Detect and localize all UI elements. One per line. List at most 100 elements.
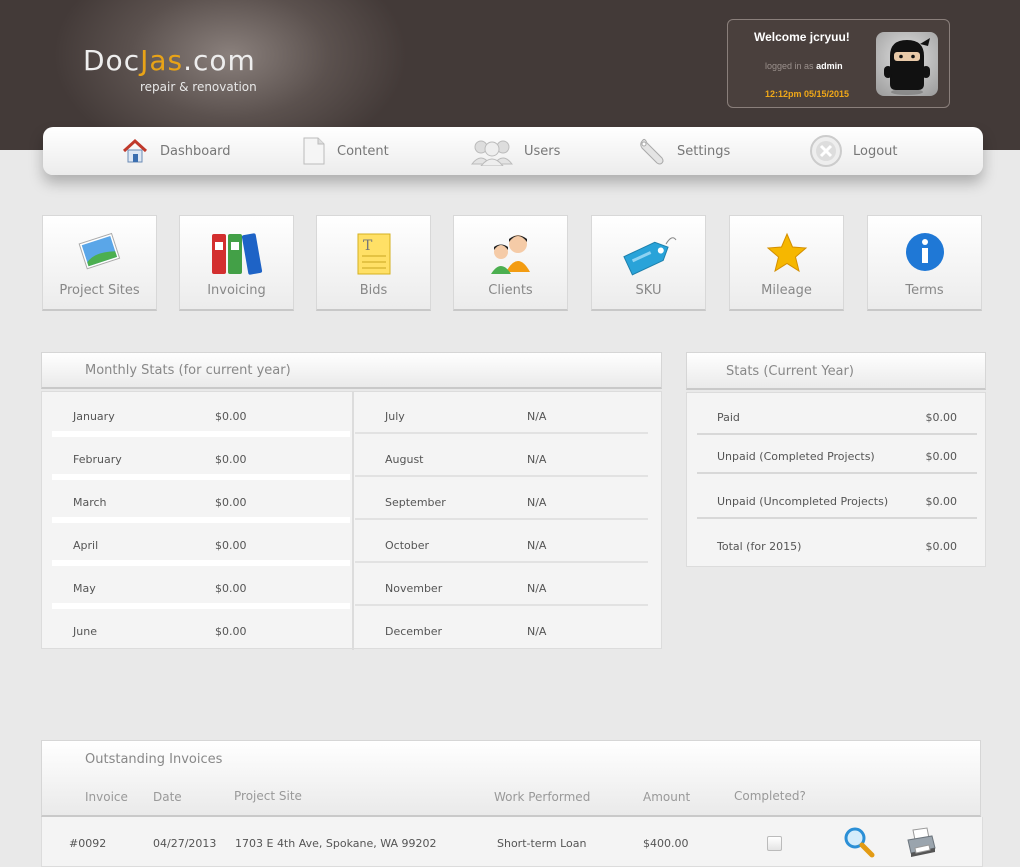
notepad-icon: T xyxy=(357,233,390,275)
month-value: N/A xyxy=(527,496,547,509)
nav-users[interactable]: Users xyxy=(470,135,560,167)
tile-invoicing[interactable]: Invoicing xyxy=(179,215,294,311)
invoice-project-site: 1703 E 4th Ave, Spokane, WA 99202 xyxy=(235,837,437,850)
col-completed[interactable]: Completed? xyxy=(734,789,806,803)
invoice-work-performed: Short-term Loan xyxy=(497,837,587,850)
month-name: March xyxy=(73,496,107,509)
month-value: $0.00 xyxy=(215,410,247,423)
avatar[interactable] xyxy=(876,32,938,96)
month-value: N/A xyxy=(527,539,547,552)
col-invoice[interactable]: Invoice xyxy=(85,790,128,804)
col-amount[interactable]: Amount xyxy=(643,790,690,804)
printer-icon xyxy=(907,827,936,857)
invoices-header: Outstanding Invoices xyxy=(41,740,981,817)
info-icon xyxy=(905,233,944,271)
tile-invoicing-label: Invoicing xyxy=(207,283,266,298)
monthly-stats-body: January $0.00 February $0.00 March $0.00 April… xyxy=(41,391,662,650)
row-divider xyxy=(355,518,648,520)
col-work-performed[interactable]: Work Performed xyxy=(494,790,590,804)
month-row: July N/A xyxy=(385,392,645,435)
nav-content[interactable]: Content xyxy=(301,135,389,167)
year-stat-row: Unpaid (Uncompleted Projects) $0.00 xyxy=(717,487,957,530)
year-stat-label: Total (for 2015) xyxy=(717,540,802,553)
tag-icon xyxy=(622,237,676,276)
role-name: admin xyxy=(816,61,843,71)
month-row: May $0.00 xyxy=(73,564,333,607)
month-value: $0.00 xyxy=(215,539,247,552)
monthly-stats-title: Monthly Stats (for current year) xyxy=(85,363,291,378)
col-project-site[interactable]: Project Site xyxy=(234,789,302,803)
nav-dashboard[interactable]: Dashboard xyxy=(120,135,231,167)
svg-text:T: T xyxy=(363,238,373,254)
tile-sku[interactable]: SKU xyxy=(591,215,706,311)
month-row: February $0.00 xyxy=(73,435,333,478)
invoices-title: Outstanding Invoices xyxy=(85,752,223,767)
month-name: September xyxy=(385,496,446,509)
month-name: August xyxy=(385,453,424,466)
month-value: N/A xyxy=(527,410,547,423)
month-value: N/A xyxy=(527,582,547,595)
clients-icon xyxy=(490,235,530,274)
nav-logout-label: Logout xyxy=(853,143,898,159)
month-value: N/A xyxy=(527,453,547,466)
tile-clients[interactable]: Clients xyxy=(453,215,568,311)
invoice-number[interactable]: #0092 xyxy=(69,837,106,850)
row-divider xyxy=(697,433,977,435)
month-value: $0.00 xyxy=(215,453,247,466)
tile-clients-label: Clients xyxy=(488,283,533,298)
year-stat-value: $0.00 xyxy=(925,450,958,463)
logo[interactable]: DocJas.com xyxy=(83,44,256,77)
home-icon xyxy=(122,138,148,163)
month-row: December N/A xyxy=(385,607,645,650)
logo-text-doc: Doc xyxy=(83,44,141,77)
month-name: June xyxy=(73,625,97,638)
month-row: August N/A xyxy=(385,435,645,478)
tile-mileage[interactable]: Mileage xyxy=(729,215,844,311)
year-stat-row: Paid $0.00 xyxy=(717,403,957,446)
welcome-message: Welcome jcryuu! xyxy=(754,30,850,44)
row-divider xyxy=(355,432,648,434)
month-row: June $0.00 xyxy=(73,607,333,650)
year-stats-title: Stats (Current Year) xyxy=(726,364,854,379)
month-name: December xyxy=(385,625,443,638)
year-stat-value: $0.00 xyxy=(925,495,958,508)
year-stats-body: Paid $0.00 Unpaid (Completed Projects) $0.0… xyxy=(686,392,986,567)
logged-in-prefix: logged in as xyxy=(765,61,814,71)
nav-dashboard-label: Dashboard xyxy=(160,143,231,159)
tile-bids[interactable]: T Bids xyxy=(316,215,431,311)
close-circle-icon xyxy=(810,135,842,167)
tile-terms-label: Terms xyxy=(905,283,944,298)
month-name: October xyxy=(385,539,430,552)
month-name: February xyxy=(73,453,122,466)
month-value: $0.00 xyxy=(215,582,247,595)
row-divider xyxy=(355,475,648,477)
monthly-stats-header: Monthly Stats (for current year) xyxy=(41,352,662,389)
document-icon xyxy=(303,137,325,165)
wrench-icon xyxy=(640,138,664,165)
tagline: repair & renovation xyxy=(140,80,257,94)
month-value: N/A xyxy=(527,625,547,638)
user-welcome-box: Welcome jcryuu! logged in as admin 12:12… xyxy=(727,19,950,108)
year-stat-value: $0.00 xyxy=(925,540,958,553)
logo-text-com: .com xyxy=(183,44,256,77)
year-stat-label: Paid xyxy=(717,411,740,424)
logged-in-role: logged in as admin xyxy=(765,61,843,71)
star-icon xyxy=(766,232,807,273)
tile-bids-label: Bids xyxy=(359,283,388,298)
print-invoice-button[interactable] xyxy=(905,826,937,862)
month-row: November N/A xyxy=(385,564,645,607)
nav-settings[interactable]: Settings xyxy=(637,135,730,167)
tile-project-sites[interactable]: Project Sites xyxy=(42,215,157,311)
month-name: January xyxy=(73,410,115,423)
month-row: January $0.00 xyxy=(73,392,333,435)
nav-logout[interactable]: Logout xyxy=(809,135,898,167)
users-icon xyxy=(470,140,514,166)
tile-terms[interactable]: Terms xyxy=(867,215,982,311)
col-date[interactable]: Date xyxy=(153,790,182,804)
month-row: October N/A xyxy=(385,521,645,564)
logo-text-jas: Jas xyxy=(140,44,184,77)
year-stat-label: Unpaid (Uncompleted Projects) xyxy=(717,495,889,508)
month-row: September N/A xyxy=(385,478,645,521)
completed-checkbox[interactable] xyxy=(767,836,782,851)
view-invoice-button[interactable] xyxy=(843,826,875,862)
